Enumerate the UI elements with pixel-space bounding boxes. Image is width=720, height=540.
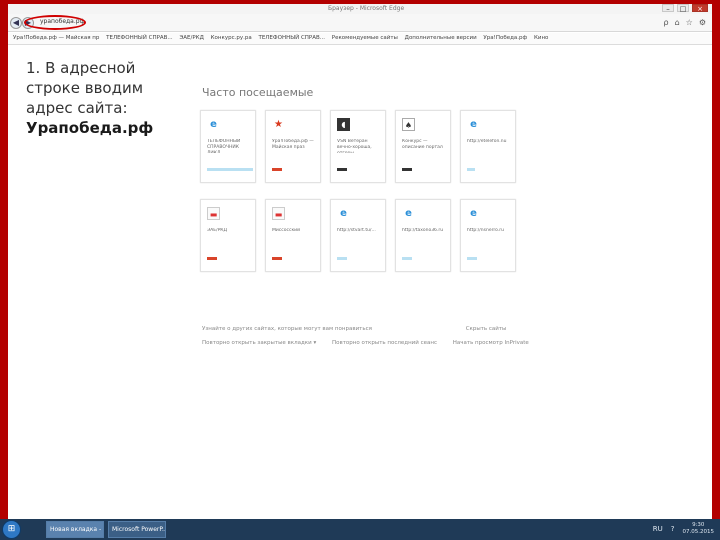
minimize-button[interactable]: – <box>662 4 674 13</box>
site-tile[interactable]: e ТЕЛЕФОННЫЙ СПРАВОЧНИК ЛИКД <box>200 110 256 183</box>
navigation-bar: ◀ ▶ урапобеда.рф ρ ⌂ ☆ ⚙ <box>8 14 712 32</box>
favorite-item[interactable]: Рекомендуемые сайты <box>332 33 398 44</box>
site-tile[interactable]: ▬ ЭАЕ/РКД <box>200 199 256 272</box>
site-tile[interactable]: e http://nsnerro.ru <box>460 199 516 272</box>
system-tray: RU ? 9:30 07.05.2015 <box>653 522 714 536</box>
tile-label: http://taxono36.ru <box>402 228 444 233</box>
site-logo-icon: ♠ <box>402 118 415 131</box>
favorite-item[interactable]: Дополнительные версии <box>405 33 477 44</box>
maximize-button[interactable]: □ <box>677 4 689 13</box>
close-button[interactable]: × <box>692 4 708 13</box>
clock-date: 07.05.2015 <box>682 529 715 535</box>
instruction-line: адрес сайта: <box>26 99 128 117</box>
tile-color-bar <box>272 257 282 260</box>
tile-label: ЭАЕ/РКД <box>207 228 228 233</box>
tile-label: http://nsnerro.ru <box>467 228 504 233</box>
tile-color-bar <box>337 257 347 260</box>
ie-icon: e <box>470 208 477 219</box>
tile-label: http://etelefon.nu <box>467 139 507 144</box>
ie-icon: e <box>210 119 217 130</box>
discover-sites-link[interactable]: Узнайте о других сайтах, которые могут в… <box>202 326 372 332</box>
window-title: Браузер - Microsoft Edge <box>328 5 405 12</box>
site-logo-icon: ▬ <box>272 207 285 220</box>
star-icon: ★ <box>274 119 283 130</box>
start-button[interactable]: ⊞ <box>2 520 21 539</box>
favorite-item[interactable]: ТЕЛЕФОННЫЙ СПРАВ... <box>258 33 325 44</box>
site-logo-icon: ▬ <box>207 207 220 220</box>
instruction-site: Урапобеда.рф <box>26 119 154 137</box>
ie-icon: e <box>405 208 412 219</box>
tile-color-bar <box>337 168 347 171</box>
instruction-line: строке вводим <box>26 79 144 97</box>
language-indicator[interactable]: RU <box>653 525 663 533</box>
reopen-session-link[interactable]: Повторно открыть последний сеанс <box>332 340 437 346</box>
favorite-item[interactable]: Ура!Победа.рф — Майская пр <box>13 33 99 44</box>
tile-label: Ура!Победа.рф — Майская праз <box>272 139 314 150</box>
tile-label: http://stvart.tu/... <box>337 228 376 233</box>
favorite-item[interactable]: Кино <box>534 33 548 44</box>
favorites-icon[interactable]: ☆ <box>686 18 693 27</box>
favorite-item[interactable]: ЭАЕ/РКД <box>179 33 203 44</box>
favorite-item[interactable]: ТЕЛЕФОННЫЙ СПРАВ... <box>106 33 173 44</box>
tile-color-bar <box>272 168 282 171</box>
tile-label: Миссосский <box>272 228 301 233</box>
home-icon[interactable]: ⌂ <box>675 18 680 27</box>
section-title: Часто посещаемые <box>202 86 314 99</box>
tile-color-bar <box>207 168 253 171</box>
site-tile[interactable]: ◖ VSN Ветеран вечно-хороша, отгоры <box>330 110 386 183</box>
browser-window: Браузер - Microsoft Edge – □ × ◀ ▶ урапо… <box>8 4 712 519</box>
tile-color-bar <box>467 257 477 260</box>
inprivate-link[interactable]: Начать просмотр InPrivate <box>453 340 529 346</box>
title-bar: Браузер - Microsoft Edge – □ × <box>8 4 712 14</box>
taskbar: ⊞ Новая вкладка - I... Microsoft PowerP.… <box>0 519 720 540</box>
site-tile[interactable]: e http://taxono36.ru <box>395 199 451 272</box>
tile-label: ТЕЛЕФОННЫЙ СПРАВОЧНИК ЛИКД <box>207 139 241 153</box>
taskbar-item-powerpoint[interactable]: Microsoft PowerP... <box>108 521 166 538</box>
search-icon[interactable]: ρ <box>664 18 669 27</box>
tile-color-bar <box>402 168 412 171</box>
instruction-line: 1. В адресной <box>26 59 136 77</box>
instruction-text: 1. В адресной строке вводим адрес сайта:… <box>26 58 186 138</box>
taskbar-item-browser[interactable]: Новая вкладка - I... <box>46 521 104 538</box>
site-tile[interactable]: ★ Ура!Победа.рф — Майская праз <box>265 110 321 183</box>
site-logo-icon: ◖ <box>337 118 350 131</box>
reopen-tabs-link[interactable]: Повторно открыть закрытые вкладки ▾ <box>202 340 316 346</box>
site-tile[interactable]: e http://stvart.tu/... <box>330 199 386 272</box>
site-tile[interactable]: e http://etelefon.nu <box>460 110 516 183</box>
clock-time: 9:30 <box>692 522 705 528</box>
tile-color-bar <box>467 168 475 171</box>
clock[interactable]: 9:30 07.05.2015 <box>683 522 715 536</box>
tile-color-bar <box>207 257 217 260</box>
ie-icon: e <box>470 119 477 130</box>
back-button[interactable]: ◀ <box>10 17 22 29</box>
gear-icon[interactable]: ⚙ <box>699 18 706 27</box>
site-tile[interactable]: ▬ Миссосский <box>265 199 321 272</box>
favorite-item[interactable]: Ура!Победа.рф <box>483 33 527 44</box>
site-tile[interactable]: ♠ Конкурс — описание портал <box>395 110 451 183</box>
tile-label: VSN Ветеран вечно-хороша, отгоры <box>337 139 372 153</box>
bottom-links-row: Повторно открыть закрытые вкладки ▾ Повт… <box>202 340 529 346</box>
tile-label: Конкурс — описание портал <box>402 139 443 150</box>
favorites-bar: Ура!Победа.рф — Майская пр ТЕЛЕФОННЫЙ СП… <box>8 33 712 45</box>
nav-tools: ρ ⌂ ☆ ⚙ <box>664 18 707 27</box>
window-controls: – □ × <box>662 4 708 13</box>
new-tab-page: 1. В адресной строке вводим адрес сайта:… <box>8 46 712 519</box>
ie-icon: e <box>340 208 347 219</box>
bottom-links-row: Узнайте о других сайтах, которые могут в… <box>202 326 506 332</box>
favorite-item[interactable]: Конкурс.ру.ра <box>211 33 252 44</box>
help-icon[interactable]: ? <box>671 525 675 533</box>
hide-sites-link[interactable]: Скрыть сайты <box>466 326 507 332</box>
address-highlight-oval <box>24 15 86 30</box>
tile-color-bar <box>402 257 412 260</box>
